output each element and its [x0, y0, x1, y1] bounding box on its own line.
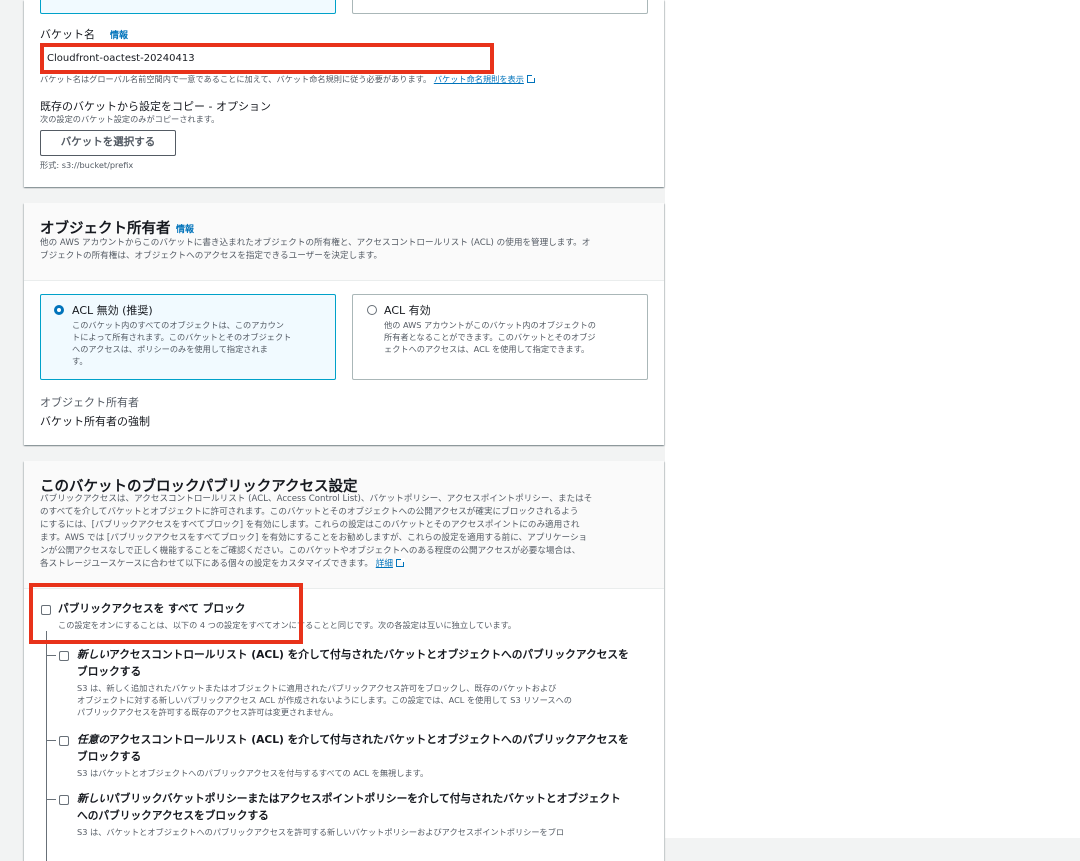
acl-enabled-label: ACL 有効 [384, 304, 431, 317]
block-public-access-header: このバケットのブロックパブリックアクセス設定 パブリックアクセスは、アクセスコン… [24, 461, 664, 589]
bucket-name-hint: バケット名はグローバル名前空間内で一意であることに加えて、バケット命名規則に従う… [40, 73, 536, 85]
acl-disabled-desc-line: トによって所有されます。このバケットとそのオブジェクト [72, 332, 292, 342]
acl-enabled-desc-line: 他の AWS アカウントがこのバケット内のオブジェクトの [384, 320, 596, 330]
external-link-icon [395, 558, 405, 567]
desc-line: S3 は、バケットとオブジェクトへのパブリックアクセスを許可する新しいバケットポ… [77, 827, 565, 837]
object-owner-value: バケット所有者の強制 [40, 415, 150, 428]
block-new-acl-title: 新しいアクセスコントロールリスト (ACL) を介して付与されたバケットとオブジ… [77, 647, 629, 680]
details-link[interactable]: 詳細 [376, 559, 393, 569]
emphasis-new: 新しい [77, 792, 110, 805]
acl-disabled-option[interactable]: ACL 無効 (推奨) このバケット内のすべてのオブジェクトは、このアカウン ト… [40, 294, 336, 380]
bucket-name-hint-text: バケット名はグローバル名前空間内で一意であることに加えて、バケット命名規則に従う… [40, 74, 432, 84]
object-ownership-title: オブジェクト所有者 [40, 221, 171, 237]
block-public-access-panel: このバケットのブロックパブリックアクセス設定 パブリックアクセスは、アクセスコン… [24, 461, 664, 861]
acl-disabled-desc-line: へのアクセスは、ポリシーのみを使用して指定されま [72, 344, 268, 354]
block-any-acl-desc: S3 はバケットとオブジェクトへのパブリックアクセスを付与するすべての ACL … [77, 767, 428, 779]
tree-branch [46, 740, 56, 741]
block-new-acl-checkbox[interactable] [59, 651, 69, 661]
copy-settings-title: 既存のバケットから設定をコピー - オプション [40, 100, 271, 113]
acl-disabled-label: ACL 無効 (推奨) [72, 304, 153, 317]
highlight-block-all [29, 583, 303, 644]
acl-enabled-option[interactable]: ACL 有効 他の AWS アカウントがこのバケット内のオブジェクトの 所有者と… [352, 294, 648, 380]
copy-settings-format: 形式: s3://bucket/prefix [40, 160, 134, 170]
desc-line: パブリックアクセスを許可する既存のアクセス許可は変更されません。 [77, 707, 338, 717]
title-line: アクセスコントロールリスト (ACL) を介して付与されたバケットとオブジェクト… [109, 733, 629, 746]
block-new-policy-checkbox[interactable] [59, 795, 69, 805]
desc-line-text: 各ストレージユースケースに合わせて以下にある個々の設定をカスタマイズできます。 [40, 559, 374, 569]
title-line: アクセスコントロールリスト (ACL) を介して付与されたバケットとオブジェクト… [109, 648, 629, 661]
desc-line: ます。AWS では [パブリックアクセスをすべてブロック] を有効にすることをお… [40, 533, 588, 543]
desc-line: にするには、[パブリックアクセスをすべてブロック] を有効にします。これらの設定… [40, 520, 580, 530]
tree-branch [46, 655, 56, 656]
bucket-name-info-link[interactable]: 情報 [110, 28, 128, 41]
external-link-icon [526, 74, 536, 83]
title-line: パブリックバケットポリシーまたはアクセスポイントポリシーを介して付与されたバケッ… [109, 792, 621, 805]
block-public-access-desc: パブリックアクセスは、アクセスコントロールリスト (ACL、Access Con… [40, 493, 592, 571]
acl-enabled-desc-line: 所有者となることができます。このバケットとそのオブジ [384, 332, 596, 342]
page-background-right [665, 0, 1080, 838]
emphasis-any: 任意の [77, 733, 110, 746]
desc-line: オブジェクトに対する新しいパブリックアクセス ACL が作成されないようにします… [77, 695, 572, 705]
tree-line [46, 631, 47, 861]
object-owner-label: オブジェクト所有者 [40, 396, 139, 409]
copy-settings-desc: 次の設定のバケット設定のみがコピーされます。 [40, 114, 220, 124]
block-any-acl-title: 任意のアクセスコントロールリスト (ACL) を介して付与されたバケットとオブジ… [77, 732, 629, 765]
highlight-bucket-name [40, 43, 494, 74]
acl-enabled-radio[interactable] [367, 305, 377, 315]
object-ownership-header: オブジェクト所有者 情報 他の AWS アカウントからこのバケットに書き込まれた… [24, 203, 664, 281]
acl-disabled-radio[interactable] [54, 305, 64, 315]
bucket-name-label: バケット名 [40, 28, 95, 41]
object-ownership-desc-1: 他の AWS アカウントからこのバケットに書き込まれたオブジェクトの所有権と、ア… [40, 238, 591, 248]
emphasis-new: 新しい [77, 648, 110, 661]
desc-line: のすべてを介してバケットとオブジェクトに許可されます。このバケットとそのオブジェ… [40, 507, 579, 517]
acl-enabled-desc: 他の AWS アカウントがこのバケット内のオブジェクトの 所有者となることができ… [384, 319, 596, 355]
choose-bucket-button[interactable]: バケットを選択する [40, 130, 176, 156]
acl-disabled-desc: このバケット内のすべてのオブジェクトは、このアカウン トによって所有されます。こ… [72, 319, 291, 367]
tree-branch [46, 799, 56, 800]
block-new-acl-desc: S3 は、新しく追加されたバケットまたはオブジェクトに適用されたパブリックアクセ… [77, 682, 572, 718]
title-line: ブロックする [77, 664, 142, 678]
acl-enabled-desc-line: ェクトへのアクセスは、ACL を使用して指定できます。 [384, 344, 590, 354]
block-new-policy-desc: S3 は、バケットとオブジェクトへのパブリックアクセスを許可する新しいバケットポ… [77, 826, 564, 838]
desc-line: S3 はバケットとオブジェクトへのパブリックアクセスを付与するすべての ACL … [77, 768, 429, 778]
general-config-panel: バケット名 情報 Cloudfront-oactest-20240413 バケッ… [24, 0, 664, 187]
desc-line-last: 各ストレージユースケースに合わせて以下にある個々の設定をカスタマイズできます。 … [40, 558, 592, 571]
naming-rules-link[interactable]: バケット命名規則を表示 [434, 74, 524, 84]
title-line: へのパブリックアクセスをブロックする [77, 808, 269, 822]
desc-line: ンが公開アクセスなしで正しく機能することをご確認ください。このバケットやオブジェ… [40, 546, 581, 556]
desc-line: S3 は、新しく追加されたバケットまたはオブジェクトに適用されたパブリックアクセ… [77, 683, 557, 693]
field-remnant [352, 0, 648, 14]
object-ownership-desc-2: ブジェクトの所有権は、オブジェクトへのアクセスを指定できるユーザーを決定します。 [40, 251, 383, 261]
desc-line: パブリックアクセスは、アクセスコントロールリスト (ACL、Access Con… [40, 494, 593, 504]
acl-disabled-desc-line: このバケット内のすべてのオブジェクトは、このアカウン [72, 320, 284, 330]
block-any-acl-checkbox[interactable] [59, 736, 69, 746]
acl-disabled-desc-line: す。 [72, 356, 88, 366]
region-card-remnant [40, 0, 336, 14]
block-new-policy-title: 新しいパブリックバケットポリシーまたはアクセスポイントポリシーを介して付与された… [77, 791, 621, 824]
title-line: ブロックする [77, 749, 142, 763]
object-ownership-info-link[interactable]: 情報 [176, 222, 194, 235]
object-ownership-panel: オブジェクト所有者 情報 他の AWS アカウントからこのバケットに書き込まれた… [24, 203, 664, 445]
